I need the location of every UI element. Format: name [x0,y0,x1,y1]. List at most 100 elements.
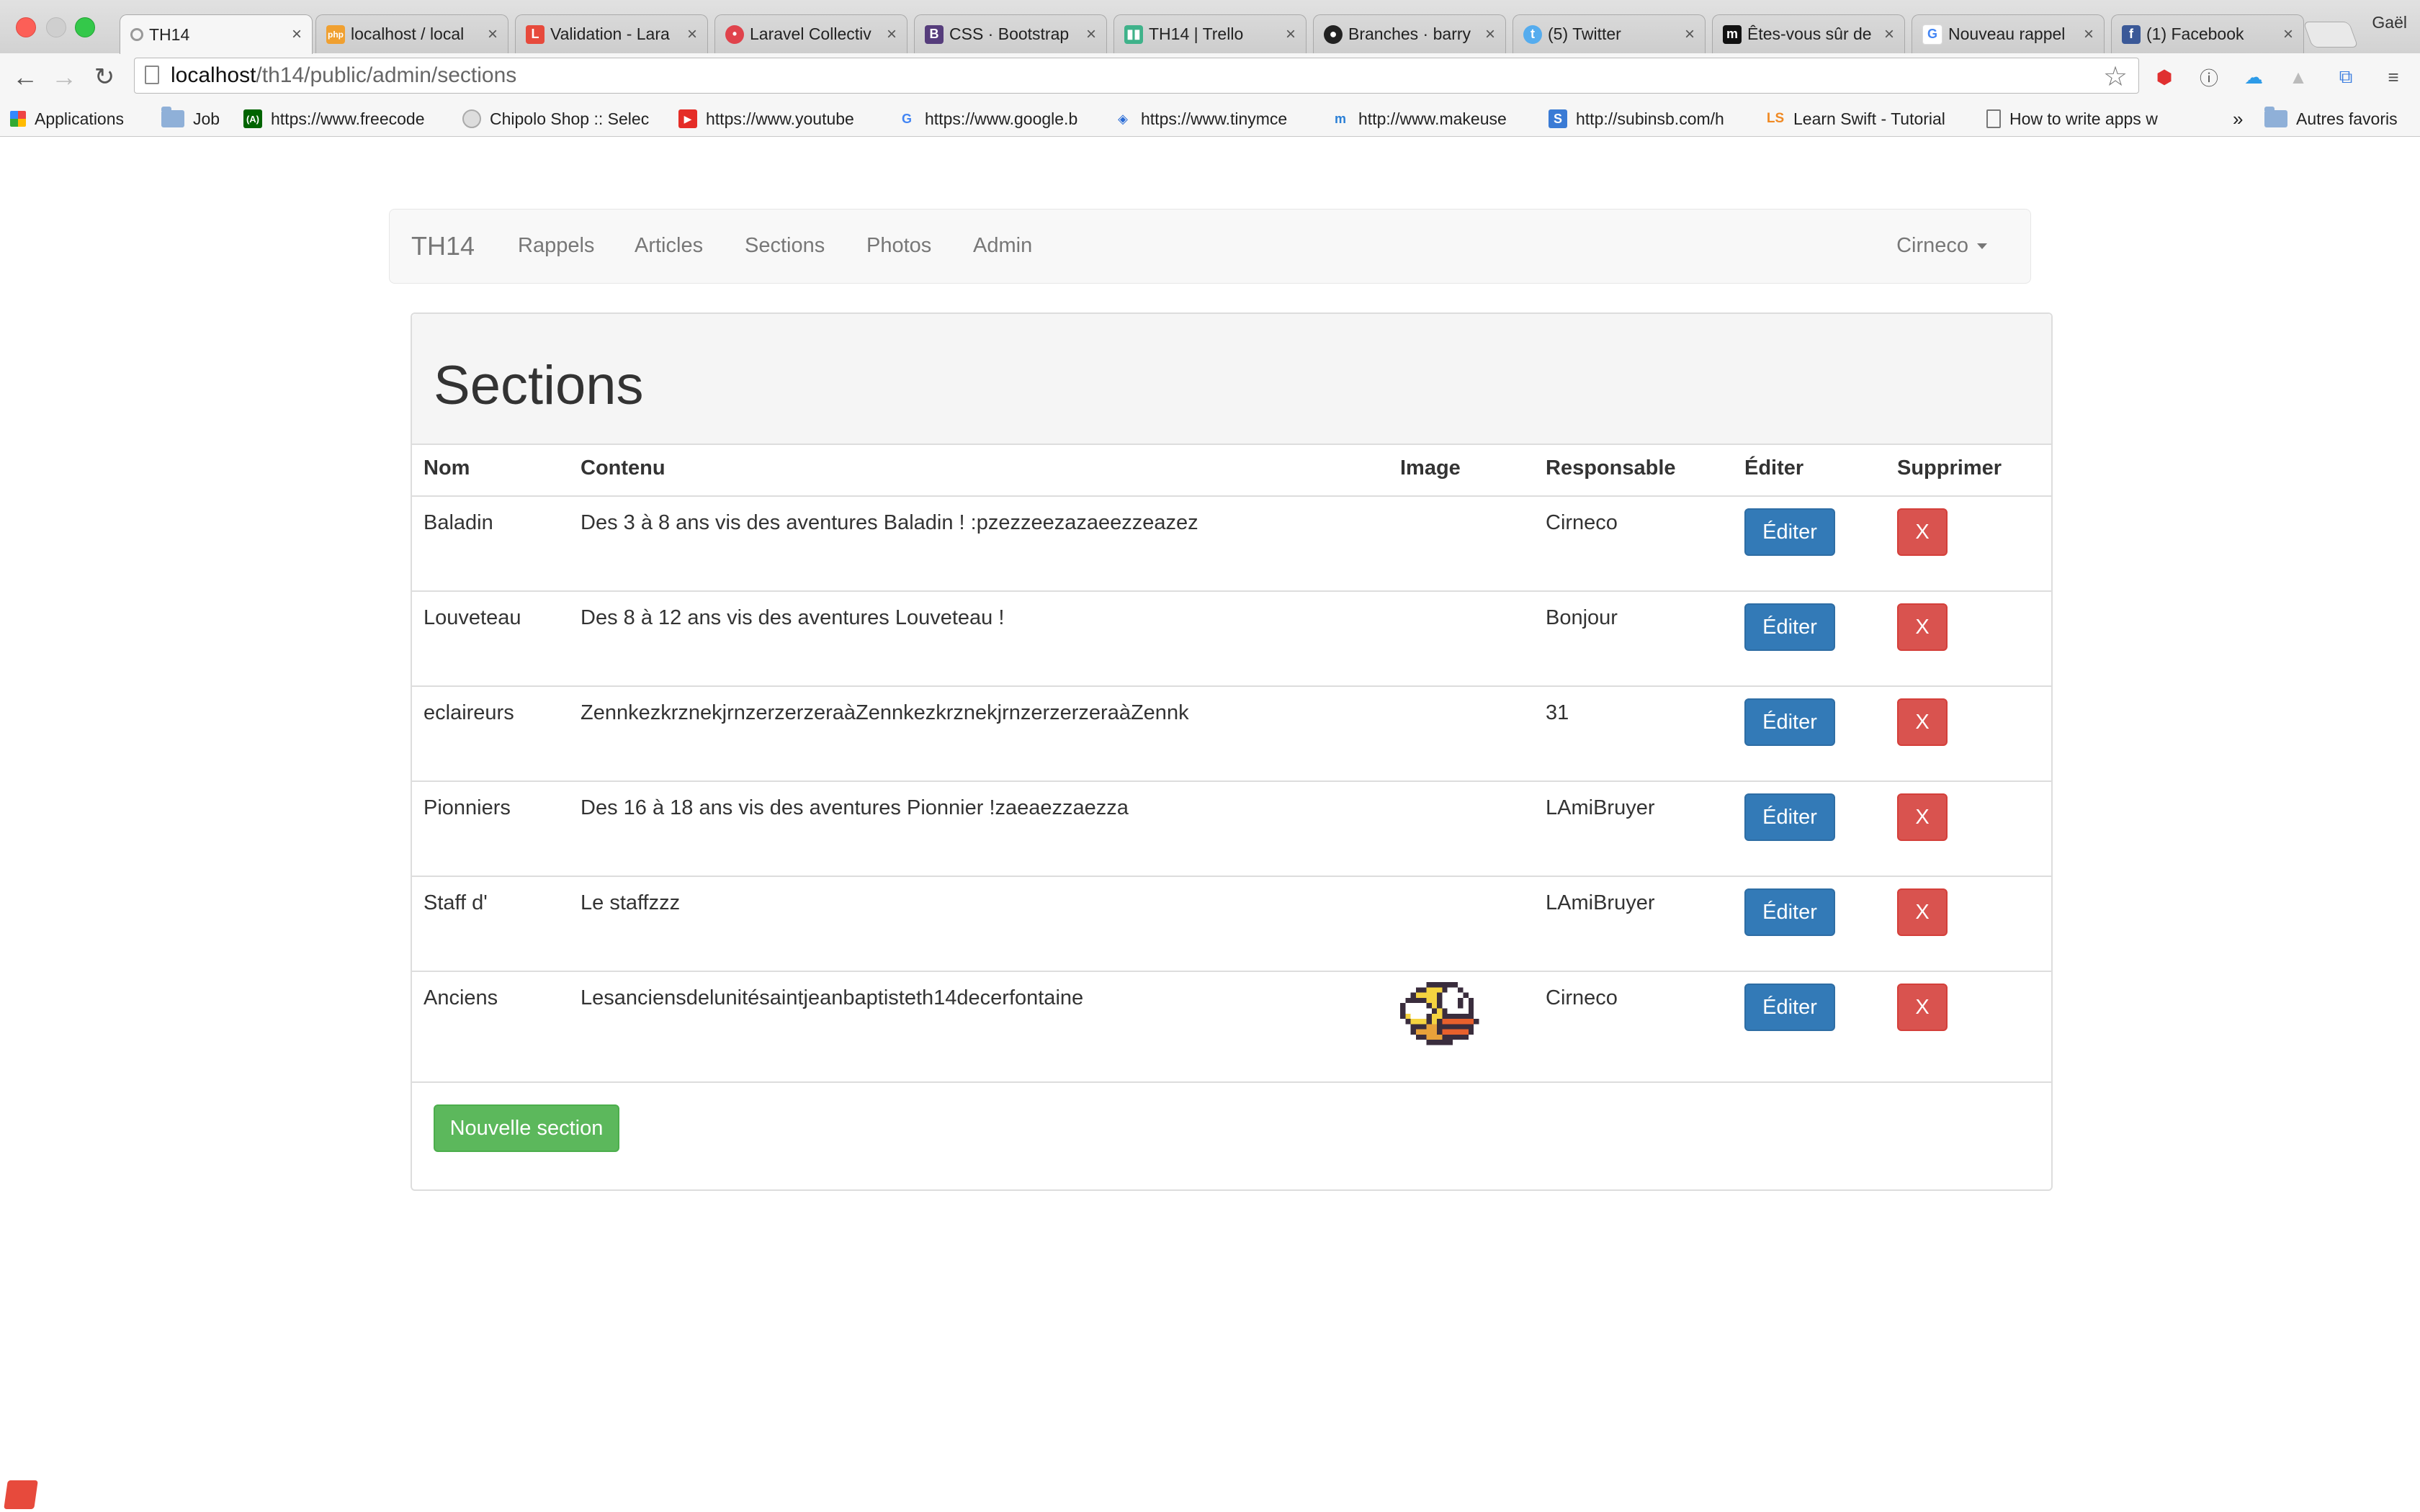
tab-github[interactable]: ● Branches · barry × [1313,14,1506,53]
page-icon [1986,109,2001,128]
bookmark-how-to-write-apps[interactable]: How to write apps w [1986,107,2181,131]
tab-validation-laravel[interactable]: L Validation - Lara × [515,14,708,53]
site-navbar: TH14 Rappels Articles Sections Photos Ad… [389,209,2031,284]
bookmark-youtube[interactable]: ▶ https://www.youtube [678,107,873,131]
back-arrow-icon[interactable]: ← [10,62,40,92]
nav-link-rappels[interactable]: Rappels [518,234,594,258]
bookmark-label: https://www.youtube [706,109,854,128]
ublock-icon[interactable]: ⬢ [2152,65,2177,89]
bookmark-label: http://www.makeuse [1358,109,1507,128]
tab-label: TH14 [149,24,190,44]
edit-button[interactable]: Éditer [1744,698,1835,746]
drive-icon[interactable]: ▲ [2286,65,2311,89]
tab-label: Êtes-vous sûr de [1747,24,1872,43]
tab-close-icon[interactable]: × [2084,24,2094,45]
laravel-collective-icon: • [725,24,744,44]
delete-button[interactable]: X [1897,508,1948,556]
tab-close-icon[interactable]: × [887,24,897,45]
nav-link-sections[interactable]: Sections [745,234,825,258]
tab-phpmyadmin[interactable]: php localhost / local × [315,14,508,53]
nav-link-articles[interactable]: Articles [635,234,703,258]
tab-close-icon[interactable]: × [1286,24,1296,45]
page-title: Sections [434,355,644,416]
browser-tab-strip: TH14 × php localhost / local × L Validat… [0,0,2420,54]
url-path: /th14/public/admin/sections [256,63,517,87]
bookmark-label: http://subinsb.com/h [1576,109,1724,128]
menu-icon[interactable]: ≡ [2381,65,2406,89]
edit-button[interactable]: Éditer [1744,888,1835,936]
tab-close-icon[interactable]: × [292,24,302,45]
tab-close-icon[interactable]: × [1685,24,1695,45]
edit-button[interactable]: Éditer [1744,793,1835,841]
nav-link-photos[interactable]: Photos [866,234,931,258]
caret-down-icon [1977,243,1987,250]
window-minimize-button[interactable] [46,17,66,37]
tab-medium[interactable]: m Êtes-vous sûr de × [1712,14,1905,53]
bookmark-makeuseof[interactable]: m http://www.makeuse [1331,107,1530,131]
bookmark-star-icon[interactable]: ☆ [2103,60,2128,93]
cell-contenu: Des 16 à 18 ans vis des aventures Pionni… [581,796,1129,819]
google-icon: G [1922,24,1942,45]
tab-close-icon[interactable]: × [1884,24,1894,45]
delete-button[interactable]: X [1897,984,1948,1031]
row-divider [412,590,2051,592]
tab-close-icon[interactable]: × [2283,24,2293,45]
bookmarks-overflow-button[interactable]: » [2233,107,2254,131]
tab-label: localhost / local [351,24,465,43]
bookmark-chipolo[interactable]: Chipolo Shop :: Selec [462,107,666,131]
bookmark-tinymce[interactable]: ◈ https://www.tinymce [1113,107,1317,131]
bookmark-google[interactable]: G https://www.google.b [897,107,1096,131]
bookmark-label: https://www.freecode [271,109,425,128]
bookmark-subinsb[interactable]: S http://subinsb.com/h [1549,107,1746,131]
user-name: Cirneco [1896,234,1968,257]
nav-link-admin[interactable]: Admin [973,234,1032,258]
address-bar[interactable]: localhost/th14/public/admin/sections [134,58,2139,94]
cell-contenu: Le staffzzz [581,891,681,914]
new-section-button[interactable]: Nouvelle section [434,1104,619,1152]
tab-twitter[interactable]: t (5) Twitter × [1512,14,1706,53]
tab-bootstrap[interactable]: B CSS · Bootstrap × [914,14,1107,53]
delete-button[interactable]: X [1897,888,1948,936]
reload-icon[interactable]: ↻ [89,62,120,92]
user-dropdown[interactable]: Cirneco [1896,234,1987,258]
tab-facebook[interactable]: f (1) Facebook × [2111,14,2304,53]
delete-button[interactable]: X [1897,793,1948,841]
makeuseof-icon: m [1334,111,1346,126]
tab-th14[interactable]: TH14 × [120,14,313,54]
tab-label: (1) Facebook [2146,24,2244,43]
edit-button[interactable]: Éditer [1744,603,1835,651]
navbar-brand[interactable]: TH14 [411,231,475,261]
bookmark-other-favorites[interactable]: Autres favoris [2264,107,2416,131]
delete-button[interactable]: X [1897,698,1948,746]
edit-button[interactable]: Éditer [1744,508,1835,556]
window-zoom-button[interactable] [75,17,95,37]
bookmark-learn-swift[interactable]: LS Learn Swift - Tutorial [1766,107,1968,131]
cell-responsable: Cirneco [1546,511,1618,534]
tab-close-icon[interactable]: × [1485,24,1495,45]
tab-google-rappel[interactable]: G Nouveau rappel × [1912,14,2105,53]
icloud-icon[interactable]: ☁ [2241,65,2266,89]
laravel-icon: L [526,24,544,44]
laravel-debug-icon[interactable] [4,1480,38,1509]
tab-close-icon[interactable]: × [488,24,498,45]
tab-close-icon[interactable]: × [687,24,697,45]
new-tab-button[interactable] [2303,22,2359,48]
row-divider [412,876,2051,877]
edit-button[interactable]: Éditer [1744,984,1835,1031]
bookmark-applications[interactable]: Applications [10,107,154,131]
delete-button[interactable]: X [1897,603,1948,651]
info-icon[interactable]: ⓘ [2197,65,2221,89]
extension-icon[interactable]: ⧉ [2334,65,2358,89]
twitter-icon: t [1523,24,1542,44]
bookmark-job[interactable]: Job [161,107,233,131]
window-close-button[interactable] [16,17,36,37]
cell-contenu: Lesanciensdelunitésaintjeanbaptisteth14d… [581,986,1084,1009]
forward-arrow-icon[interactable]: → [49,62,79,92]
flappy-bird-icon [1400,982,1479,1045]
profile-button[interactable]: Gaël [2372,13,2407,32]
tab-trello[interactable]: ▮▮ TH14 | Trello × [1113,14,1307,53]
tab-close-icon[interactable]: × [1086,24,1096,45]
bookmark-freecodecamp[interactable]: (A) https://www.freecode [243,107,449,131]
tab-laravel-collective[interactable]: • Laravel Collectiv × [714,14,908,53]
cell-responsable: Cirneco [1546,986,1618,1009]
